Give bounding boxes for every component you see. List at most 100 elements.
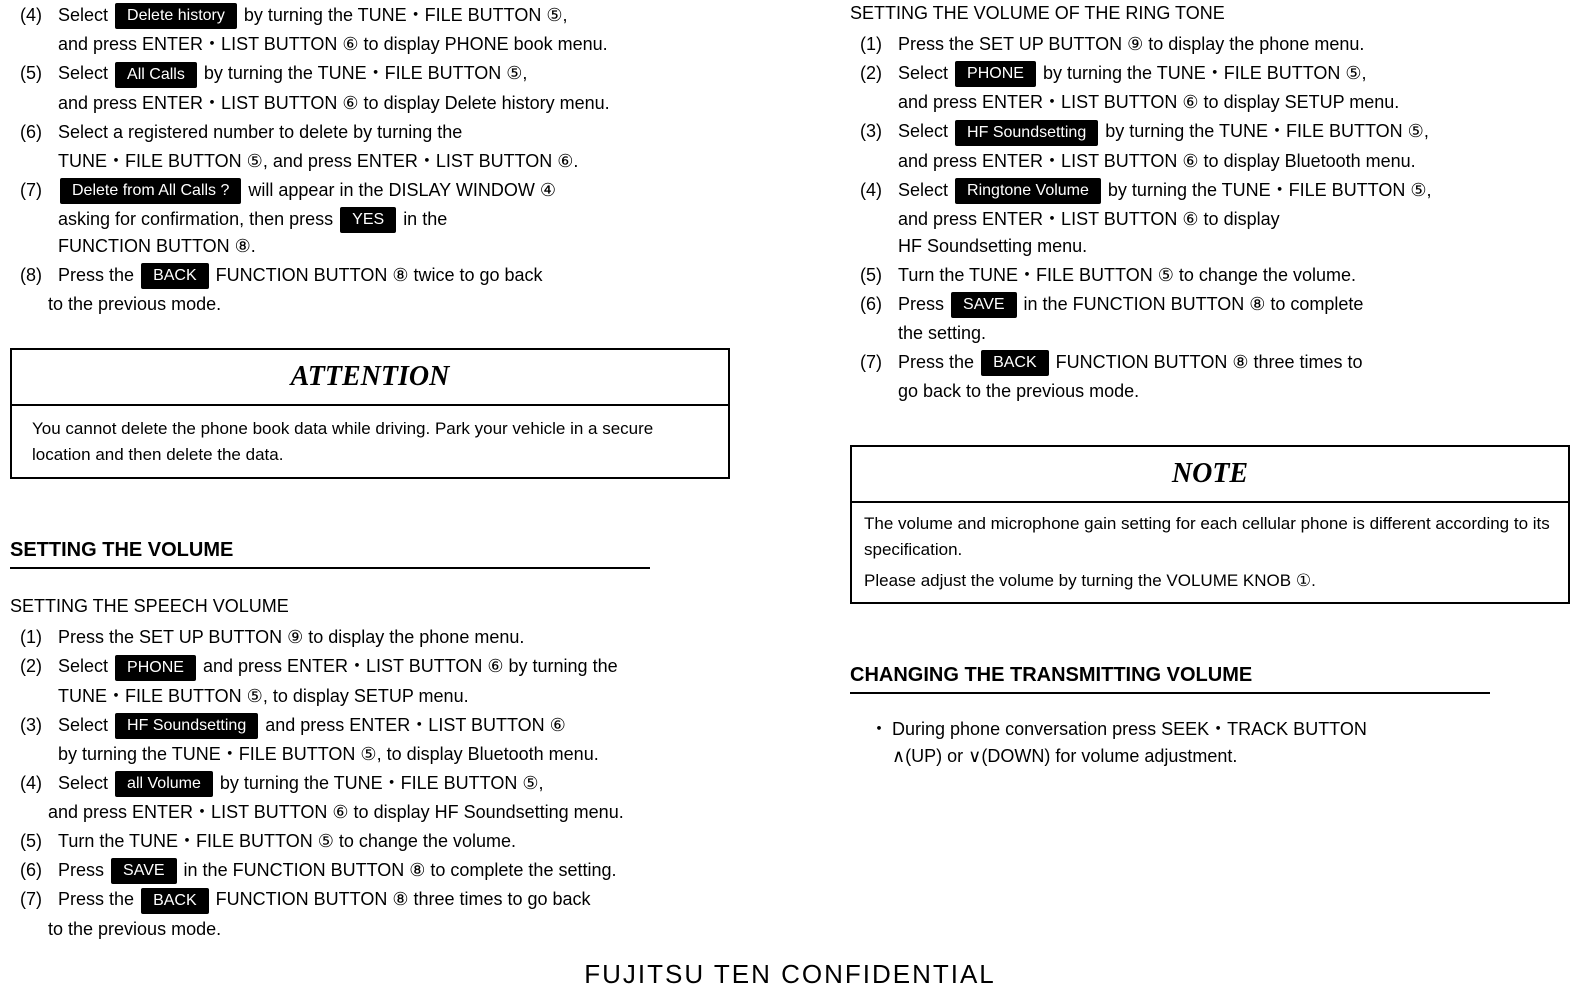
btn-all-calls: All Calls — [115, 62, 197, 88]
text: in the FUNCTION BUTTON ⑧ to complete the… — [184, 860, 617, 880]
step-4: (4) Select Delete history by turning the… — [20, 2, 730, 29]
step-6: (6) Select a registered number to delete… — [20, 119, 730, 146]
step-num: (4) — [20, 2, 58, 29]
text: Press the SET UP BUTTON ⑨ to display the… — [898, 31, 1570, 58]
rstep-4: (4) Select Ringtone Volume by turning th… — [860, 177, 1570, 204]
text: Select — [898, 63, 948, 83]
note-body-1: The volume and microphone gain setting f… — [864, 511, 1556, 562]
btn-yes: YES — [340, 207, 396, 233]
rstep-3: (3) Select HF Soundsetting by turning th… — [860, 118, 1570, 145]
btn-back: BACK — [981, 350, 1049, 376]
text: Select a registered number to delete by … — [58, 119, 730, 146]
vstep-7: (7) Press the BACK FUNCTION BUTTON ⑧ thr… — [20, 886, 730, 913]
btn-ringtone-volume: Ringtone Volume — [955, 178, 1101, 204]
text: and press ENTER・LIST BUTTON ⑥ to display… — [898, 89, 1570, 116]
text: go back to the previous mode. — [898, 378, 1570, 405]
btn-hf-soundsetting: HF Soundsetting — [115, 713, 258, 739]
speech-volume-heading: SETTING THE SPEECH VOLUME — [10, 593, 730, 620]
btn-delete-history: Delete history — [115, 3, 237, 29]
bullet-icon: ・ — [870, 716, 892, 770]
text: FUNCTION BUTTON ⑧ twice to go back — [216, 265, 543, 285]
text: and press ENTER・LIST BUTTON ⑥ to display… — [58, 31, 730, 58]
rstep-7: (7) Press the BACK FUNCTION BUTTON ⑧ thr… — [860, 349, 1570, 376]
text: Select — [58, 5, 108, 25]
step-5: (5) Select All Calls by turning the TUNE… — [20, 60, 730, 87]
text: Turn the TUNE・FILE BUTTON ⑤ to change th… — [58, 828, 730, 855]
text: ∧(UP) or ∨(DOWN) for volume adjustment. — [892, 743, 1367, 770]
text: by turning the TUNE・FILE BUTTON ⑤, — [1108, 180, 1432, 200]
btn-phone: PHONE — [115, 655, 196, 681]
rstep-6: (6) Press SAVE in the FUNCTION BUTTON ⑧ … — [860, 291, 1570, 318]
text: Press the SET UP BUTTON ⑨ to display the… — [58, 624, 730, 651]
vstep-4: (4) Select all Volume by turning the TUN… — [20, 770, 730, 797]
rstep-2: (2) Select PHONE by turning the TUNE・FIL… — [860, 60, 1570, 87]
ring-tone-heading: SETTING THE VOLUME OF THE RING TONE — [850, 0, 1570, 27]
text: During phone conversation press SEEK・TRA… — [892, 716, 1367, 743]
text: in the FUNCTION BUTTON ⑧ to complete — [1024, 294, 1364, 314]
btn-delete-confirm: Delete from All Calls ? — [60, 178, 241, 204]
text: and press ENTER・LIST BUTTON ⑥ to display… — [898, 148, 1570, 175]
text: and press ENTER・LIST BUTTON ⑥ by turning… — [203, 656, 618, 676]
vstep-5: (5) Turn the TUNE・FILE BUTTON ⑤ to chang… — [20, 828, 730, 855]
text: and press ENTER・LIST BUTTON ⑥ to display — [898, 206, 1570, 233]
text: Press the — [58, 265, 134, 285]
text: by turning the TUNE・FILE BUTTON ⑤, — [1043, 63, 1367, 83]
text: by turning the TUNE・FILE BUTTON ⑤, — [220, 773, 544, 793]
attention-body: You cannot delete the phone book data wh… — [12, 406, 728, 477]
text: by turning the TUNE・FILE BUTTON ⑤, — [204, 63, 528, 83]
vstep-2: (2) Select PHONE and press ENTER・LIST BU… — [20, 653, 730, 680]
vstep-1: (1) Press the SET UP BUTTON ⑨ to display… — [20, 624, 730, 651]
btn-save: SAVE — [111, 858, 177, 884]
text: will appear in the DISLAY WINDOW ④ — [248, 180, 556, 200]
text: FUNCTION BUTTON ⑧ three times to go back — [216, 889, 591, 909]
step-8: (8) Press the BACK FUNCTION BUTTON ⑧ twi… — [20, 262, 730, 289]
vstep-3: (3) Select HF Soundsetting and press ENT… — [20, 712, 730, 739]
transmit-bullet: ・ During phone conversation press SEEK・T… — [870, 716, 1570, 770]
text: in the — [403, 209, 447, 229]
text: Select — [58, 63, 108, 83]
step-7: (7) Delete from All Calls ? will appear … — [20, 177, 730, 204]
text: and press ENTER・LIST BUTTON ⑥ to display… — [58, 90, 730, 117]
btn-all-volume: all Volume — [115, 771, 213, 797]
text: asking for confirmation, then press — [58, 209, 333, 229]
text: Select — [58, 715, 108, 735]
text: the setting. — [898, 320, 1570, 347]
transmit-volume-heading: CHANGING THE TRANSMITTING VOLUME — [850, 660, 1490, 694]
vstep-6: (6) Press SAVE in the FUNCTION BUTTON ⑧ … — [20, 857, 730, 884]
text: Press — [58, 860, 104, 880]
attention-box: ATTENTION You cannot delete the phone bo… — [10, 348, 730, 479]
btn-phone: PHONE — [955, 61, 1036, 87]
note-body-2: Please adjust the volume by turning the … — [864, 568, 1556, 594]
text: by turning the TUNE・FILE BUTTON ⑤, — [244, 5, 568, 25]
text: to the previous mode. — [48, 291, 730, 318]
text: to the previous mode. — [48, 916, 730, 943]
text: FUNCTION BUTTON ⑧ three times to — [1056, 352, 1363, 372]
text: and press ENTER・LIST BUTTON ⑥ — [265, 715, 566, 735]
note-box: NOTE The volume and microphone gain sett… — [850, 445, 1570, 604]
rstep-5: (5) Turn the TUNE・FILE BUTTON ⑤ to chang… — [860, 262, 1570, 289]
text: TUNE・FILE BUTTON ⑤, and press ENTER・LIST… — [58, 148, 730, 175]
btn-back: BACK — [141, 263, 209, 289]
text: by turning the TUNE・FILE BUTTON ⑤, to di… — [58, 741, 730, 768]
text: Select — [58, 773, 108, 793]
text: Press the — [58, 889, 134, 909]
btn-back: BACK — [141, 888, 209, 914]
text: Turn the TUNE・FILE BUTTON ⑤ to change th… — [898, 262, 1570, 289]
text: Press — [898, 294, 944, 314]
text: HF Soundsetting menu. — [898, 233, 1570, 260]
text: and press ENTER・LIST BUTTON ⑥ to display… — [48, 799, 730, 826]
text: by turning the TUNE・FILE BUTTON ⑤, — [1105, 121, 1429, 141]
note-title: NOTE — [852, 447, 1568, 503]
btn-save: SAVE — [951, 292, 1017, 318]
setting-volume-heading: SETTING THE VOLUME — [10, 535, 650, 569]
text: Select — [898, 180, 948, 200]
text: Select — [898, 121, 948, 141]
text: FUNCTION BUTTON ⑧. — [58, 233, 730, 260]
attention-title: ATTENTION — [12, 350, 728, 406]
footer-confidential: FUJITSU TEN CONFIDENTIAL — [10, 955, 1570, 994]
btn-hf-soundsetting: HF Soundsetting — [955, 120, 1098, 146]
rstep-1: (1) Press the SET UP BUTTON ⑨ to display… — [860, 31, 1570, 58]
text: Press the — [898, 352, 974, 372]
text: TUNE・FILE BUTTON ⑤, to display SETUP men… — [58, 683, 730, 710]
text: Select — [58, 656, 108, 676]
